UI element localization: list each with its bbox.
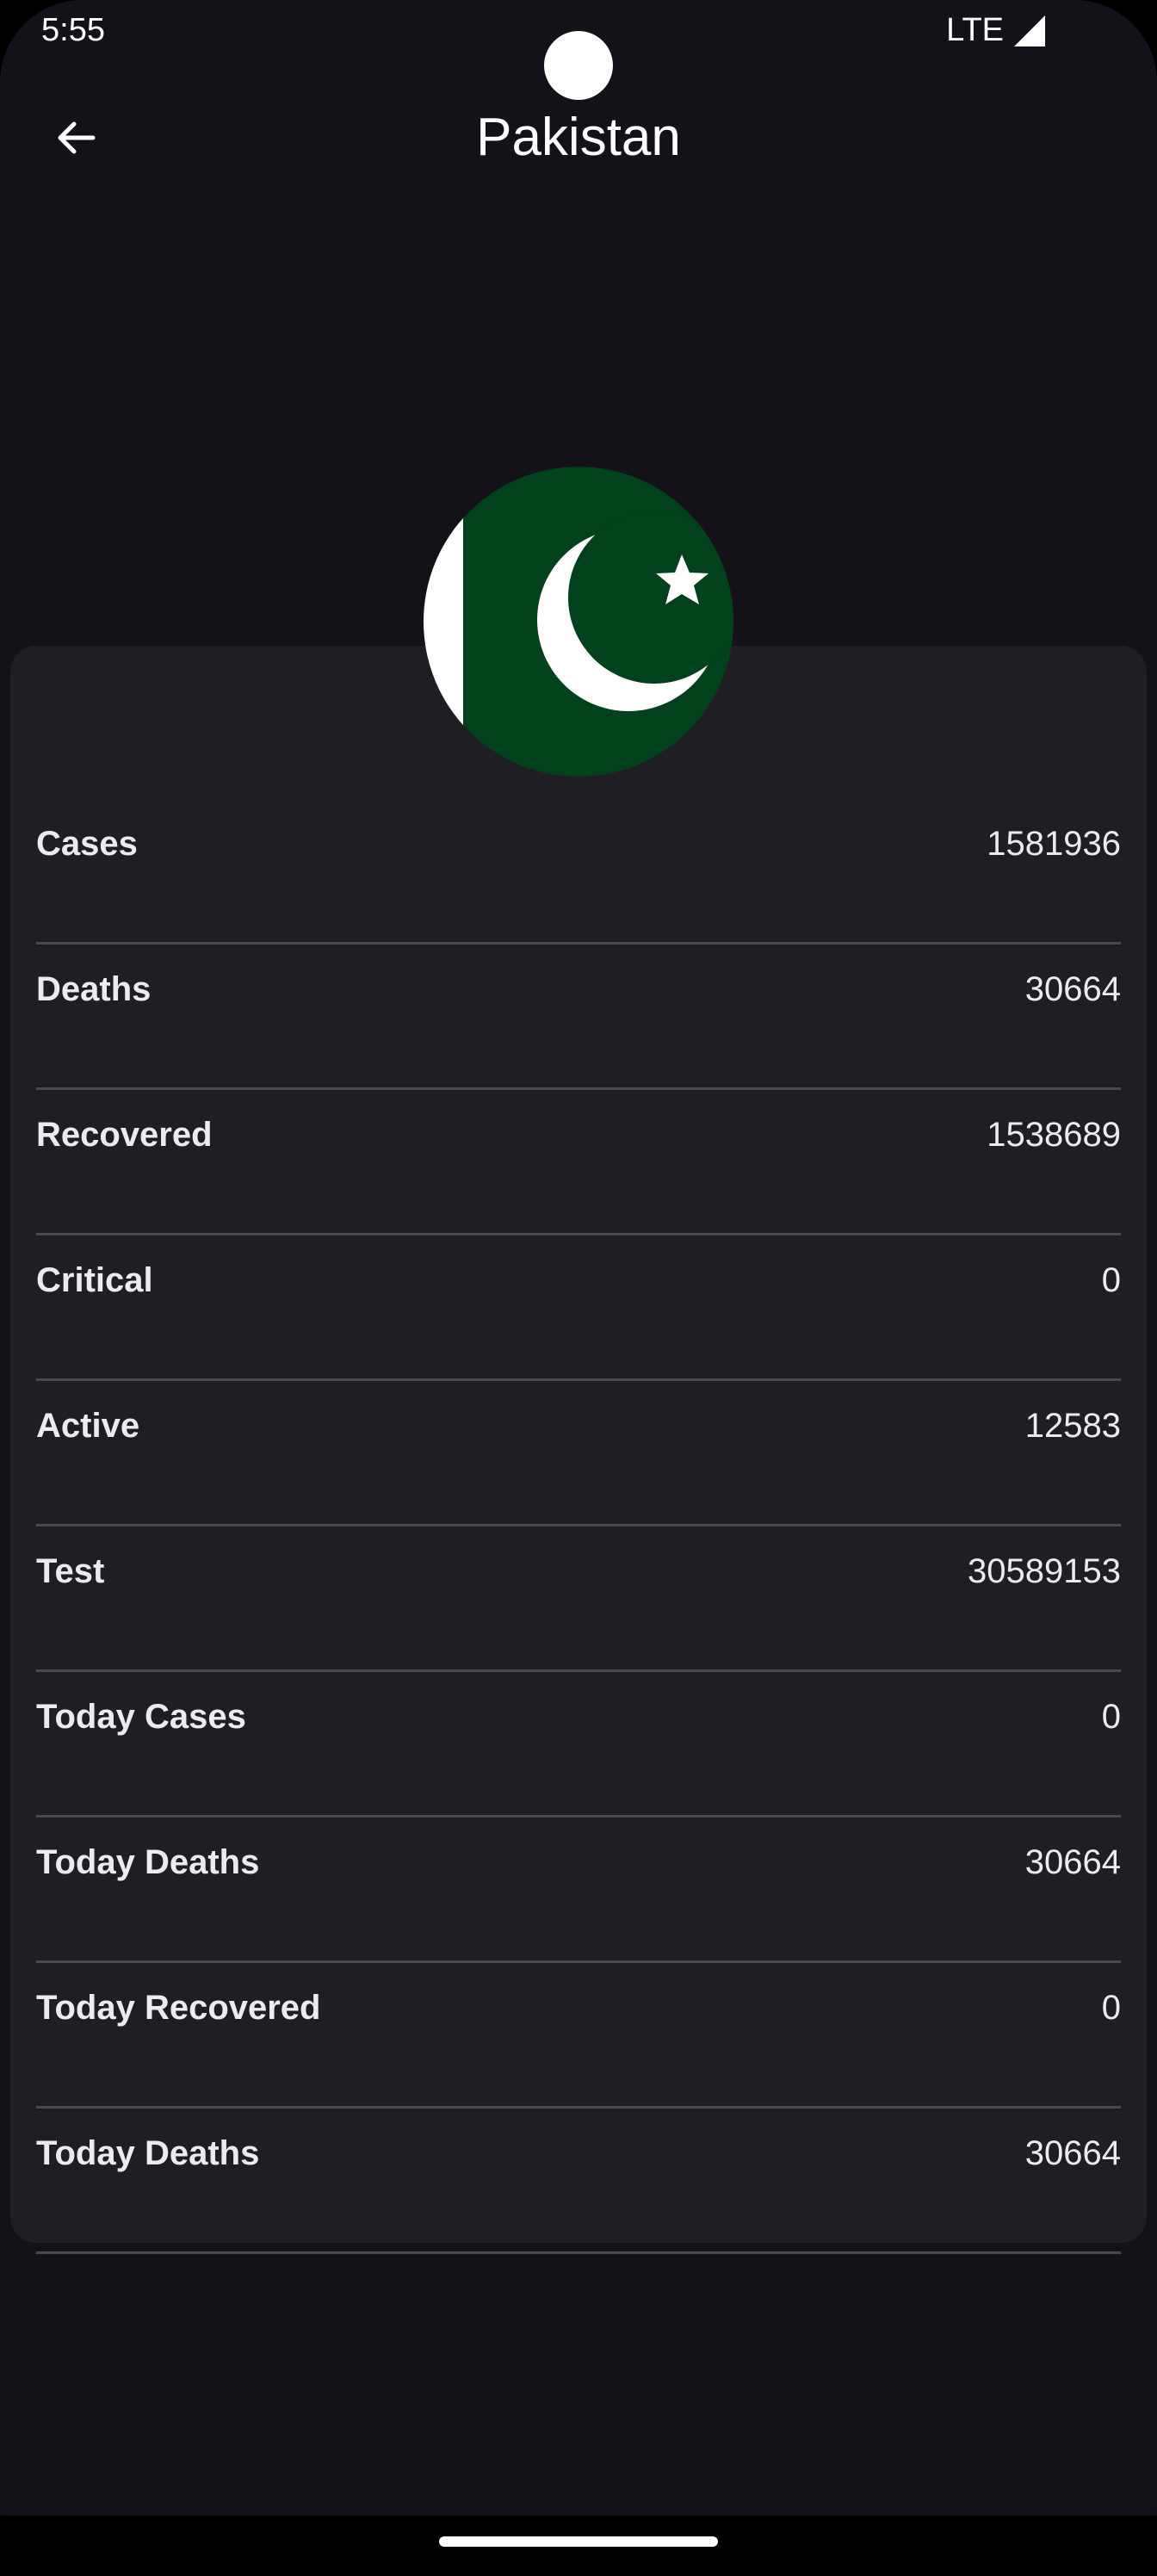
stat-label: Recovered bbox=[36, 1116, 213, 1154]
stat-label: Test bbox=[36, 1552, 105, 1590]
stat-value: 30589153 bbox=[968, 1552, 1121, 1590]
list-item-today-deaths-2: Today Deaths 30664 bbox=[36, 2108, 1121, 2254]
signal-icon bbox=[1012, 14, 1047, 48]
stat-label: Cases bbox=[36, 825, 138, 863]
network-type: LTE bbox=[946, 12, 1004, 48]
list-item-today-deaths: Today Deaths 30664 bbox=[36, 1817, 1121, 1963]
list-item-critical: Critical 0 bbox=[36, 1235, 1121, 1381]
list-item-active: Active 12583 bbox=[36, 1381, 1121, 1526]
stat-value: 12583 bbox=[1024, 1407, 1121, 1445]
stats-list: Cases 1581936 Deaths 30664 Recovered 153… bbox=[36, 799, 1121, 2254]
stat-value: 0 bbox=[1101, 1261, 1121, 1299]
status-time: 5:55 bbox=[41, 12, 105, 48]
stat-label: Today Deaths bbox=[36, 2134, 260, 2172]
stat-label: Today Deaths bbox=[36, 1843, 260, 1881]
stat-label: Critical bbox=[36, 1261, 153, 1299]
country-flag bbox=[424, 467, 733, 777]
list-item-test: Test 30589153 bbox=[36, 1526, 1121, 1672]
stat-value: 0 bbox=[1101, 1989, 1121, 2027]
stat-label: Today Recovered bbox=[36, 1989, 321, 2027]
stat-label: Today Cases bbox=[36, 1698, 246, 1736]
pakistan-flag-icon bbox=[424, 467, 733, 777]
stat-value: 30664 bbox=[1024, 1843, 1121, 1881]
page-title: Pakistan bbox=[476, 108, 681, 167]
list-item-cases: Cases 1581936 bbox=[36, 799, 1121, 944]
stat-label: Active bbox=[36, 1407, 140, 1445]
stat-label: Deaths bbox=[36, 970, 152, 1008]
screen: 5:55 LTE Pakistan Cases 1581936 Deaths 3… bbox=[0, 0, 1157, 2576]
list-item-recovered: Recovered 1538689 bbox=[36, 1090, 1121, 1235]
stat-value: 0 bbox=[1101, 1698, 1121, 1736]
list-item-today-cases: Today Cases 0 bbox=[36, 1672, 1121, 1817]
app-bar: Pakistan bbox=[0, 86, 1157, 189]
stat-value: 1581936 bbox=[987, 825, 1121, 863]
stat-value: 1538689 bbox=[987, 1116, 1121, 1154]
status-indicators: LTE bbox=[946, 12, 1047, 49]
stat-value: 30664 bbox=[1024, 2134, 1121, 2172]
list-item-deaths: Deaths 30664 bbox=[36, 944, 1121, 1090]
stat-value: 30664 bbox=[1024, 970, 1121, 1008]
home-indicator[interactable] bbox=[439, 2536, 718, 2547]
list-item-today-recovered: Today Recovered 0 bbox=[36, 1963, 1121, 2108]
